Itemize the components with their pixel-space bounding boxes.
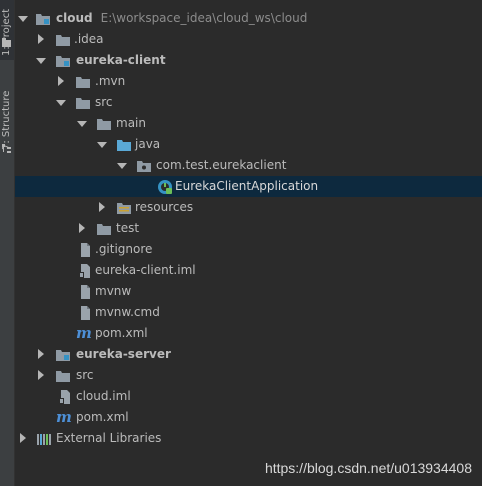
collapse-arrow-icon[interactable] [96,134,108,155]
project-tool-tab[interactable]: 1: Project [0,0,14,60]
module-name: eureka-server [76,347,171,361]
module-path: E:\workspace_idea\cloud_ws\cloud [100,11,308,25]
tree-node-mvn[interactable]: .mvn [15,71,482,92]
collapse-arrow-icon[interactable] [17,8,29,29]
file-name: .gitignore [95,242,153,256]
expand-arrow-icon[interactable] [35,344,47,365]
expand-arrow-icon[interactable] [35,29,47,50]
module-name: eureka-client [76,53,166,67]
module-folder-icon [36,14,50,25]
external-libraries-label: External Libraries [56,431,162,445]
spring-boot-class-icon [158,180,172,194]
folder-name: java [135,137,161,151]
structure-tool-tab[interactable]: 7: Structure [0,76,14,154]
structure-tab-label: 7: Structure [1,90,12,150]
iml-file-icon [79,264,90,278]
collapse-arrow-icon[interactable] [55,92,67,113]
tree-node-cloud[interactable]: cloud E:\workspace_idea\cloud_ws\cloud [15,8,482,29]
collapse-arrow-icon[interactable] [35,50,47,71]
file-name: mvnw [95,284,132,298]
module-folder-icon [56,56,70,67]
tree-node-eureka-server[interactable]: eureka-server [15,344,482,365]
tree-node-client-iml[interactable]: eureka-client.iml [15,260,482,281]
folder-name: src [95,95,113,109]
expand-arrow-icon[interactable] [55,71,67,92]
maven-icon: m [76,324,92,342]
tree-node-main[interactable]: main [15,113,482,134]
expand-arrow-icon[interactable] [76,218,88,239]
folder-name: main [116,116,146,130]
file-name: eureka-client.iml [95,263,196,277]
folder-icon [56,371,70,382]
collapse-arrow-icon[interactable] [116,155,128,176]
folder-icon [76,77,90,88]
file-name: pom.xml [76,410,129,424]
folder-icon [56,35,70,46]
folder-name: resources [135,200,194,214]
tree-node-client-pom[interactable]: m pom.xml [15,323,482,344]
tree-node-java[interactable]: java [15,134,482,155]
folder-icon [97,119,111,130]
tree-node-idea[interactable]: .idea [15,29,482,50]
folder-name: test [116,221,140,235]
tree-node-root-pom[interactable]: m pom.xml [15,407,482,428]
tree-node-mvnw-cmd[interactable]: mvnw.cmd [15,302,482,323]
folder-icon [97,224,111,235]
tree-node-package[interactable]: com.test.eurekaclient [15,155,482,176]
tool-window-stripe: 1: Project 7: Structure [0,0,15,486]
source-folder-icon [117,140,131,151]
package-icon [137,161,151,172]
expand-arrow-icon[interactable] [17,428,29,449]
module-folder-icon [56,350,70,361]
folder-icon [76,98,90,109]
tree-node-resources[interactable]: resources [15,197,482,218]
tree-node-external-libraries[interactable]: External Libraries [15,428,482,449]
folder-name: src [76,368,94,382]
watermark: https://blog.csdn.net/u013934408 [264,460,472,476]
package-name: com.test.eurekaclient [156,158,287,172]
file-name: cloud.iml [76,389,131,403]
tree-node-src[interactable]: src [15,92,482,113]
project-tab-icon [2,38,11,47]
tree-node-gitignore[interactable]: .gitignore [15,239,482,260]
tree-top-edge [15,0,482,3]
text-file-icon [81,243,90,257]
project-tree: cloud E:\workspace_idea\cloud_ws\cloud .i… [15,0,482,486]
tree-node-root-src[interactable]: src [15,365,482,386]
structure-tab-icon [2,144,11,153]
expand-arrow-icon[interactable] [96,197,108,218]
resources-folder-icon [117,203,131,214]
module-name: cloud [56,11,93,25]
maven-icon: m [56,408,72,426]
folder-name: .mvn [95,74,126,88]
tree-node-mvnw[interactable]: mvnw [15,281,482,302]
tree-node-eureka-client[interactable]: eureka-client [15,50,482,71]
project-tab-label: 1: Project [1,8,12,56]
tree-node-app-class[interactable]: EurekaClientApplication [15,176,482,197]
class-name: EurekaClientApplication [175,179,319,193]
folder-name: idea [77,32,104,46]
iml-file-icon [59,390,70,404]
tree-node-test[interactable]: test [15,218,482,239]
file-name: pom.xml [95,326,148,340]
text-file-icon [81,285,90,299]
libraries-icon [37,434,51,445]
tree-node-cloud-iml[interactable]: cloud.iml [15,386,482,407]
file-name: mvnw.cmd [95,305,160,319]
collapse-arrow-icon[interactable] [76,113,88,134]
expand-arrow-icon[interactable] [35,365,47,386]
text-file-icon [81,306,90,320]
